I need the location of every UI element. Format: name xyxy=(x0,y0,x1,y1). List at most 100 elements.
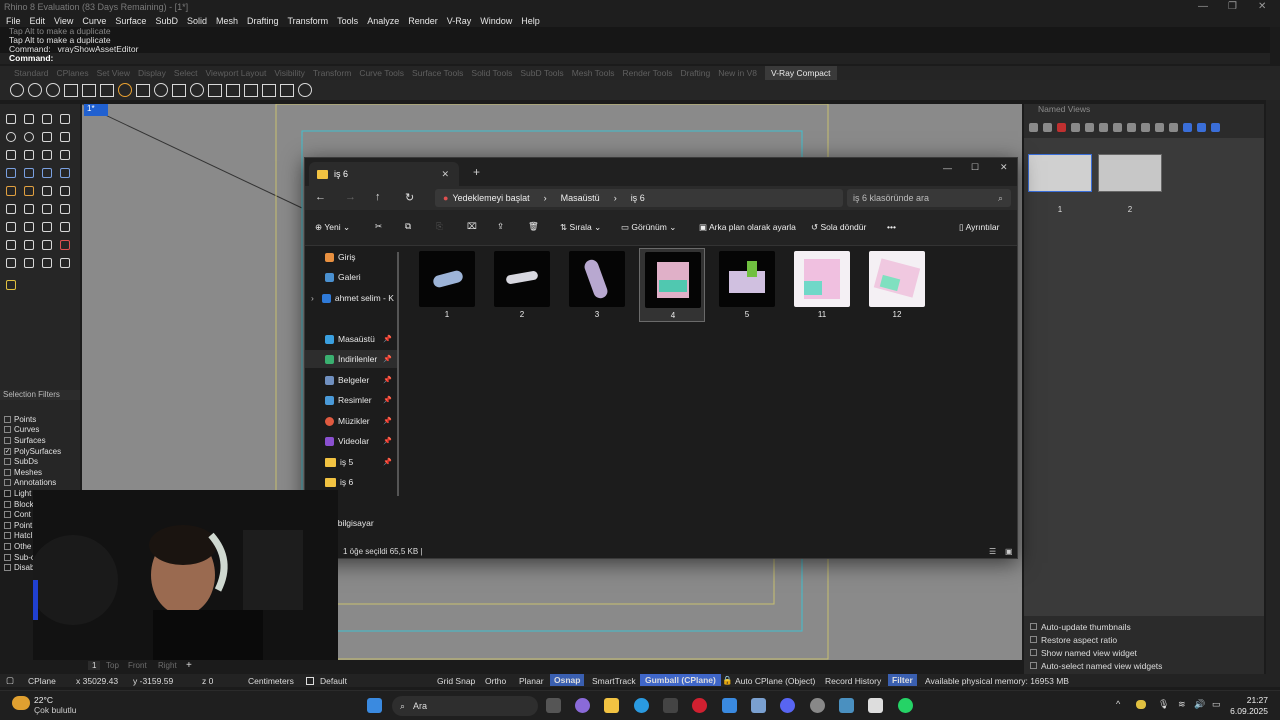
menu-analyze[interactable]: Analyze xyxy=(367,16,399,26)
pin-icon[interactable]: 📌 xyxy=(383,458,392,466)
address-bar[interactable]: ● Yedeklemeyi başlat › Masaüstü › iş 6 xyxy=(435,189,843,207)
option-auto-select[interactable]: Auto-select named view widgets xyxy=(1024,659,1264,672)
paste-icon[interactable] xyxy=(1099,122,1108,132)
vray-clipper-icon[interactable] xyxy=(244,83,258,97)
offset-icon[interactable] xyxy=(42,150,52,160)
fillet-edge-icon[interactable] xyxy=(60,186,70,196)
file-item[interactable]: 5 xyxy=(714,248,780,322)
vray-grid-icon[interactable] xyxy=(280,83,294,97)
breadcrumb-current[interactable]: iş 6 xyxy=(631,193,645,203)
tab-subd-tools[interactable]: SubD Tools xyxy=(520,68,571,78)
search-input[interactable]: iş 6 klasöründe ara ⌕ xyxy=(847,189,1011,207)
sort-icon[interactable] xyxy=(1155,122,1164,132)
delete-icon[interactable]: 🗑 xyxy=(528,221,539,232)
checkbox[interactable] xyxy=(4,553,11,561)
file-item[interactable]: 1 xyxy=(414,248,480,322)
checkbox[interactable] xyxy=(4,564,11,572)
tab-drafting[interactable]: Drafting xyxy=(680,68,718,78)
record-history-toggle[interactable]: Record History xyxy=(825,676,881,686)
rotate-icon[interactable] xyxy=(60,222,70,232)
loft-icon[interactable] xyxy=(24,168,34,178)
filter-item[interactable]: Meshes xyxy=(0,467,80,478)
blend-icon[interactable] xyxy=(60,150,70,160)
viewport-tab-front[interactable]: Front xyxy=(128,661,147,670)
checkbox[interactable] xyxy=(4,521,11,529)
up-icon[interactable]: ↑ xyxy=(375,191,381,203)
vray-asset-editor-icon[interactable] xyxy=(46,83,60,97)
tab-curve-tools[interactable]: Curve Tools xyxy=(359,68,412,78)
viewport-tab-1[interactable]: 1 xyxy=(88,661,101,670)
clock-time[interactable]: 21:27 xyxy=(1234,695,1268,705)
filter-item[interactable]: Annotations xyxy=(0,478,80,489)
file-item[interactable]: 11 xyxy=(789,248,855,322)
filter-item[interactable]: ✓ PolySurfaces xyxy=(0,446,80,457)
tab-surface-tools[interactable]: Surface Tools xyxy=(412,68,471,78)
checkbox[interactable] xyxy=(4,458,11,466)
breadcrumb-desktop[interactable]: Masaüstü xyxy=(561,193,600,203)
up-icon[interactable] xyxy=(1169,122,1178,132)
named-view-thumbnail[interactable] xyxy=(1028,154,1092,192)
checkbox[interactable] xyxy=(4,426,11,434)
light-icon[interactable] xyxy=(6,280,16,290)
menu-curve[interactable]: Curve xyxy=(82,16,106,26)
point-icon[interactable] xyxy=(24,114,34,124)
thumbnail-view-icon[interactable]: ▣ xyxy=(1005,547,1013,556)
gumball-toggle[interactable]: Gumball (CPlane) xyxy=(640,674,721,686)
list-view-icon[interactable] xyxy=(1141,122,1150,132)
tab-transform[interactable]: Transform xyxy=(313,68,359,78)
group-icon[interactable] xyxy=(6,258,16,268)
viewport-tab-top[interactable]: Top xyxy=(106,661,119,670)
tab-visibility[interactable]: Visibility xyxy=(274,68,313,78)
sidebar-item-gallery[interactable]: Galeri xyxy=(325,270,361,284)
box-icon[interactable] xyxy=(6,186,16,196)
weather-desc[interactable]: Çok bulutlu xyxy=(34,705,77,715)
check-icon[interactable] xyxy=(42,258,52,268)
menu-view[interactable]: View xyxy=(54,16,73,26)
close-icon[interactable]: ✕ xyxy=(1000,162,1008,173)
menu-drafting[interactable]: Drafting xyxy=(247,16,279,26)
checkbox[interactable] xyxy=(4,479,11,487)
menu-help[interactable]: Help xyxy=(521,16,540,26)
option-restore-aspect[interactable]: Restore aspect ratio xyxy=(1024,633,1264,646)
option-show-widget[interactable]: Show named view widget xyxy=(1024,646,1264,659)
obs-icon[interactable] xyxy=(810,698,825,713)
tab-viewport-layout[interactable]: Viewport Layout xyxy=(206,68,275,78)
block-icon[interactable] xyxy=(24,258,34,268)
discord-icon[interactable] xyxy=(780,698,795,713)
viewport-label[interactable]: 1* xyxy=(84,104,108,116)
delete-icon[interactable] xyxy=(60,240,70,250)
file-item[interactable]: 2 xyxy=(489,248,555,322)
pin-icon[interactable]: 📌 xyxy=(383,396,392,404)
dimension-icon[interactable] xyxy=(24,222,34,232)
maximize-icon[interactable]: ☐ xyxy=(971,162,979,173)
pin-icon[interactable]: 📌 xyxy=(383,437,392,445)
opera-icon[interactable] xyxy=(692,698,707,713)
vray-viewport-icon[interactable] xyxy=(100,83,114,97)
notepad-icon[interactable] xyxy=(722,698,737,713)
ortho-toggle[interactable]: Ortho xyxy=(485,676,506,686)
add-viewport-tab[interactable]: + xyxy=(186,660,192,671)
sidebar-item-onedrive[interactable]: › ahmet selim - K xyxy=(311,291,394,305)
task-view-icon[interactable] xyxy=(546,698,561,713)
vray-batch-icon[interactable] xyxy=(82,83,96,97)
vray-sphere-light-icon[interactable] xyxy=(190,83,204,97)
menu-transform[interactable]: Transform xyxy=(288,16,329,26)
tab-mesh-tools[interactable]: Mesh Tools xyxy=(572,68,623,78)
checkbox[interactable] xyxy=(4,489,11,497)
vray-render-icon[interactable] xyxy=(10,83,24,97)
arc-icon[interactable] xyxy=(6,150,16,160)
close-tab-icon[interactable]: ✕ xyxy=(441,169,449,180)
more-button[interactable]: ••• xyxy=(887,222,896,232)
checkbox[interactable] xyxy=(1030,623,1037,630)
filter-item[interactable]: Curves xyxy=(0,425,80,436)
vray-frame-buffer-icon[interactable] xyxy=(64,83,78,97)
share-icon[interactable]: ⇪ xyxy=(497,221,504,232)
menu-window[interactable]: Window xyxy=(480,16,512,26)
menu-surface[interactable]: Surface xyxy=(115,16,146,26)
polygon-icon[interactable] xyxy=(60,132,70,142)
sort-button[interactable]: ⇅ Sırala ⌄ xyxy=(560,222,601,233)
menu-tools[interactable]: Tools xyxy=(337,16,358,26)
menu-mesh[interactable]: Mesh xyxy=(216,16,238,26)
taskbar-search[interactable]: ⌕ Ara xyxy=(392,696,538,716)
layer[interactable]: Default xyxy=(320,676,347,686)
